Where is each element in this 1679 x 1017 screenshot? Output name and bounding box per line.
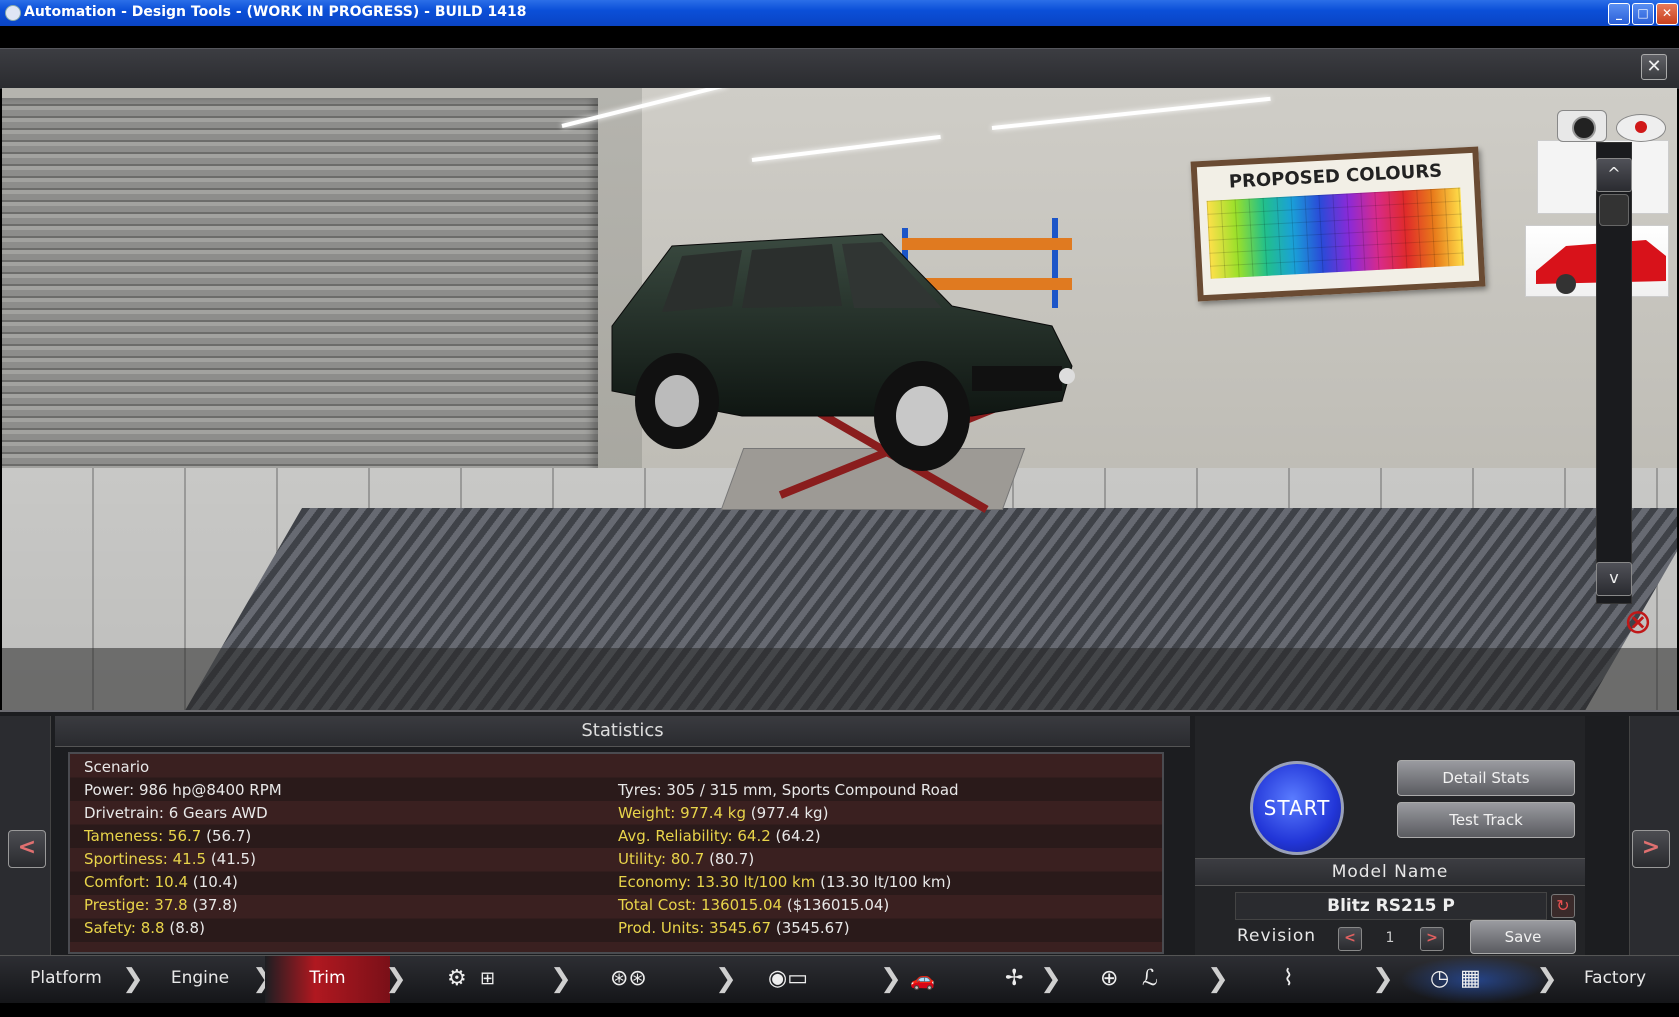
stat-prod-units: Prod. Units: 3545.67 (3545.67) [618, 919, 850, 937]
tab-engine[interactable]: Engine [140, 956, 260, 1004]
maximize-button[interactable]: □ [1632, 3, 1654, 25]
scroll-handle[interactable] [1599, 194, 1629, 226]
chevron-right-icon: ❯ [1040, 964, 1062, 994]
header-strip [0, 26, 1679, 48]
stat-sportiness: Sportiness: 41.5 (41.5) [84, 850, 256, 868]
stat-tyres: Tyres: 305 / 315 mm, Sports Compound Roa… [618, 781, 959, 799]
model-name-input[interactable]: Blitz RS215 P [1235, 892, 1547, 920]
stat-reliability: Avg. Reliability: 64.2 (64.2) [618, 827, 821, 845]
tab-platform[interactable]: Platform [0, 956, 132, 1004]
stat-economy: Economy: 13.30 lt/100 km (13.30 lt/100 k… [618, 873, 952, 891]
chevron-right-icon: ❯ [385, 964, 407, 994]
prev-button[interactable]: < [8, 830, 46, 868]
next-button[interactable]: > [1632, 830, 1670, 868]
steering-wheel-icon[interactable]: ⊕ [1100, 966, 1118, 992]
stat-total-cost: Total Cost: 136015.04 ($136015.04) [618, 896, 890, 914]
seat-icon[interactable]: ℒ [1142, 966, 1158, 992]
start-button[interactable]: START [1250, 761, 1344, 855]
stat-comfort: Comfort: 10.4 (10.4) [84, 873, 238, 891]
detail-stats-button[interactable]: Detail Stats [1397, 760, 1575, 796]
stat-drivetrain: Drivetrain: 6 Gears AWD [84, 804, 268, 822]
colour-swatches [1206, 187, 1465, 279]
test-track-button[interactable]: Test Track [1397, 802, 1575, 838]
gearbox-icon[interactable]: ⊞ [480, 966, 495, 992]
refresh-icon[interactable]: ↻ [1551, 894, 1575, 918]
fixture-icon[interactable]: ◉▭ [768, 966, 808, 992]
revision-increment-button[interactable]: > [1420, 927, 1444, 951]
stage-navbar: Platform ❯ Engine ❯ Trim ❯ ⚙ ⊞ ❯ ⊛⊛ ❯ ◉▭… [0, 955, 1679, 1004]
bottom-panel: < > Statistics Scenario Power: 986 hp@84… [0, 710, 1679, 962]
bottom-strip [0, 1003, 1679, 1017]
colours-poster: PROPOSED COLOURS [1190, 146, 1486, 302]
stat-prestige: Prestige: 37.8 (37.8) [84, 896, 238, 914]
statistics-title: Statistics [55, 716, 1190, 747]
eye-icon[interactable] [1616, 114, 1666, 142]
stat-safety: Safety: 8.8 (8.8) [84, 919, 205, 937]
stat-tameness: Tameness: 56.7 (56.7) [84, 827, 252, 845]
scenario-label: Scenario [84, 758, 150, 776]
stat-utility: Utility: 80.7 (80.7) [618, 850, 755, 868]
model-name-label: Model Name [1195, 858, 1585, 886]
minimize-button[interactable]: _ [1608, 3, 1630, 25]
chevron-right-icon: ❯ [880, 964, 902, 994]
app-icon [5, 5, 21, 21]
close-icon[interactable]: ✕ [1641, 54, 1667, 80]
chevron-right-icon: ❯ [1207, 964, 1229, 994]
roller-shutter [2, 98, 598, 498]
statistics-table: Scenario Power: 986 hp@8400 RPM Drivetra… [68, 752, 1164, 954]
camera-icon[interactable] [1557, 110, 1607, 142]
top-toolbar [0, 48, 1679, 89]
viewport-shade [2, 648, 1677, 710]
chevron-right-icon: ❯ [715, 964, 737, 994]
action-panel: START Detail Stats Test Track Model Name… [1195, 716, 1585, 960]
scroll-up-button[interactable]: ^ [1596, 158, 1632, 192]
window-title: Automation - Design Tools - (WORK IN PRO… [24, 4, 527, 20]
car-model [611, 233, 1075, 471]
close-window-button[interactable]: ✕ [1656, 3, 1678, 25]
gauge-icon[interactable]: ◷ [1430, 966, 1449, 992]
disable-icon[interactable]: ⊗ [1620, 604, 1656, 640]
revision-value: 1 [1385, 930, 1395, 946]
fan-icon[interactable]: ✢ [1005, 966, 1023, 992]
tab-trim[interactable]: Trim [265, 956, 390, 1004]
car-body-icon[interactable]: 🚗 [910, 966, 935, 992]
scroll-down-button[interactable]: v [1596, 562, 1632, 596]
checkered-flag-icon[interactable]: ▦ [1460, 966, 1481, 992]
stat-power: Power: 986 hp@8400 RPM [84, 781, 282, 799]
tab-factory[interactable]: Factory [1555, 956, 1675, 1004]
gear-icon[interactable]: ⚙ [447, 966, 467, 992]
revision-label: Revision [1237, 926, 1317, 946]
wheels-icon[interactable]: ⊛⊛ [610, 966, 647, 992]
chevron-right-icon: ❯ [550, 964, 572, 994]
save-button[interactable]: Save [1470, 920, 1576, 954]
spring-icon[interactable]: ⌇ [1283, 966, 1294, 992]
chevron-right-icon: ❯ [1372, 964, 1394, 994]
title-bar: Automation - Design Tools - (WORK IN PRO… [0, 0, 1679, 26]
stat-weight: Weight: 977.4 kg (977.4 kg) [618, 804, 829, 822]
garage-viewport[interactable]: PROPOSED COLOURS [2, 88, 1677, 710]
